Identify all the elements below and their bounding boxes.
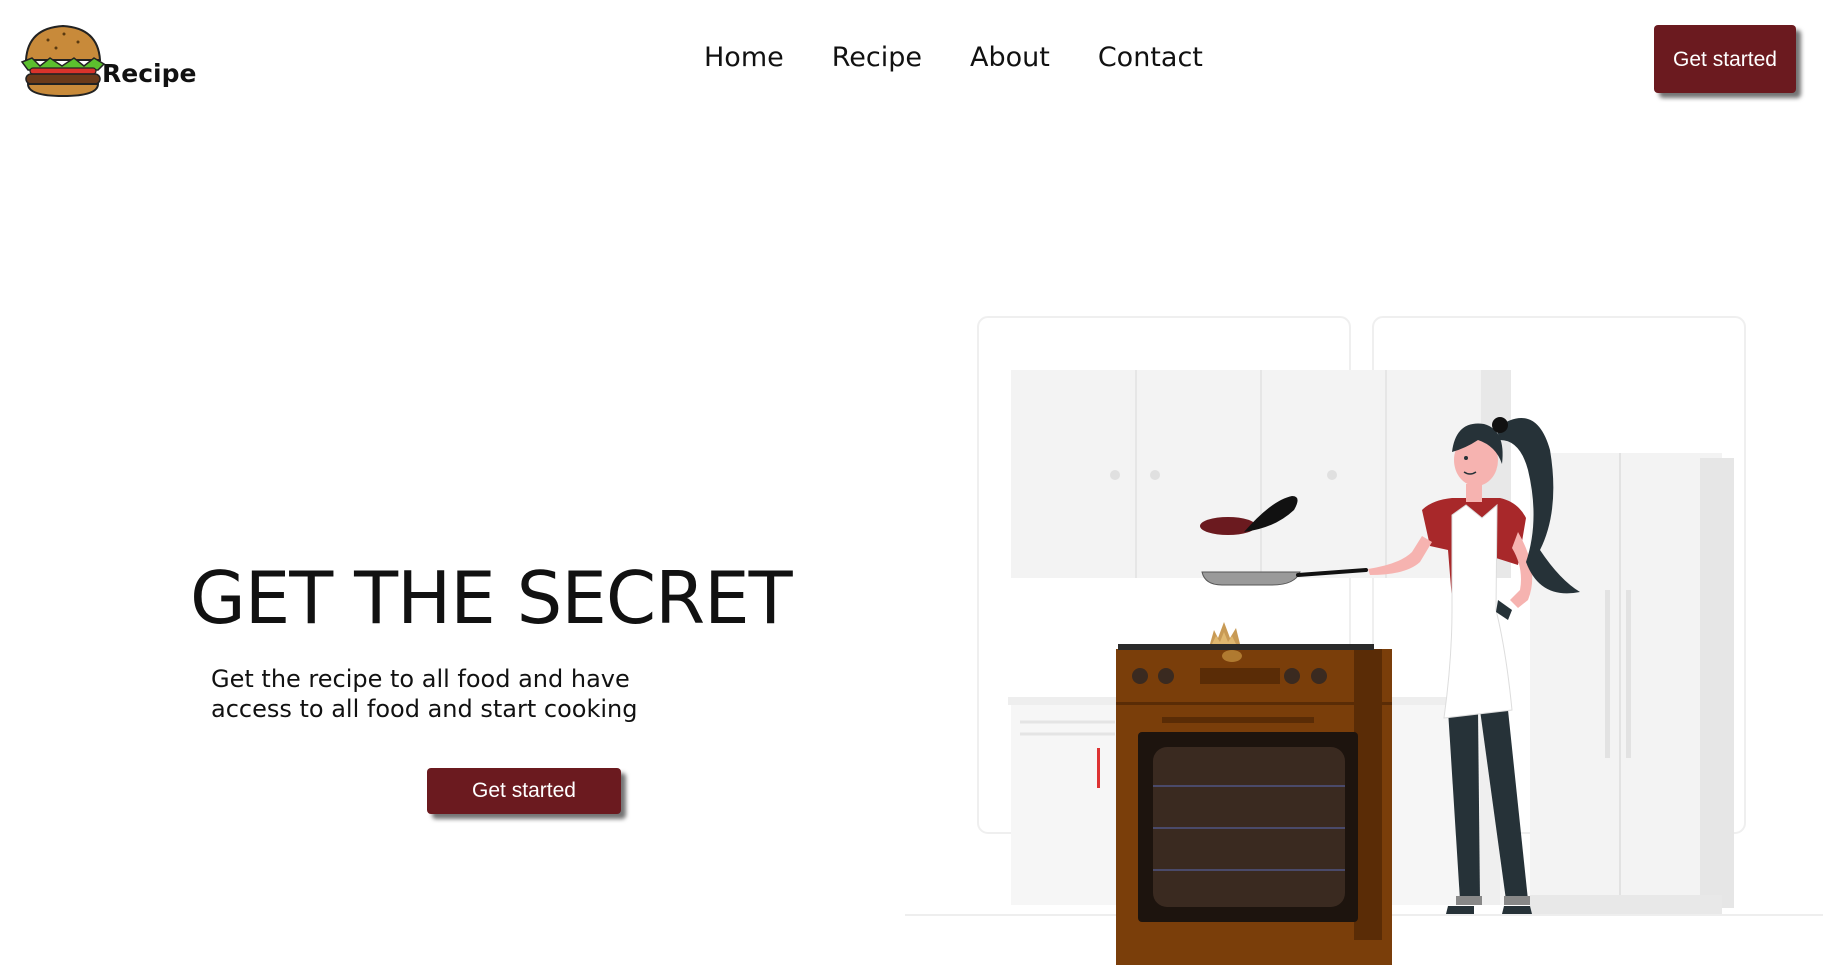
site-header: Recipe Home Recipe About Contact Get sta…: [0, 0, 1823, 120]
cooking-illustration: [905, 316, 1823, 965]
nav-recipe[interactable]: Recipe: [832, 42, 922, 73]
logo-link[interactable]: Recipe: [20, 22, 196, 98]
nav-home[interactable]: Home: [704, 42, 784, 73]
nav-about[interactable]: About: [970, 42, 1050, 73]
burger-icon: [20, 24, 106, 98]
nav-contact[interactable]: Contact: [1098, 42, 1203, 73]
logo-text: Recipe: [102, 59, 197, 88]
hero-title: GET THE SECRET: [190, 556, 793, 640]
hero-subtitle: Get the recipe to all food and have acce…: [211, 665, 638, 723]
hero-get-started-button[interactable]: Get started: [427, 768, 621, 814]
header-get-started-button[interactable]: Get started: [1654, 25, 1796, 93]
main-nav: Home Recipe About Contact: [704, 42, 1203, 73]
